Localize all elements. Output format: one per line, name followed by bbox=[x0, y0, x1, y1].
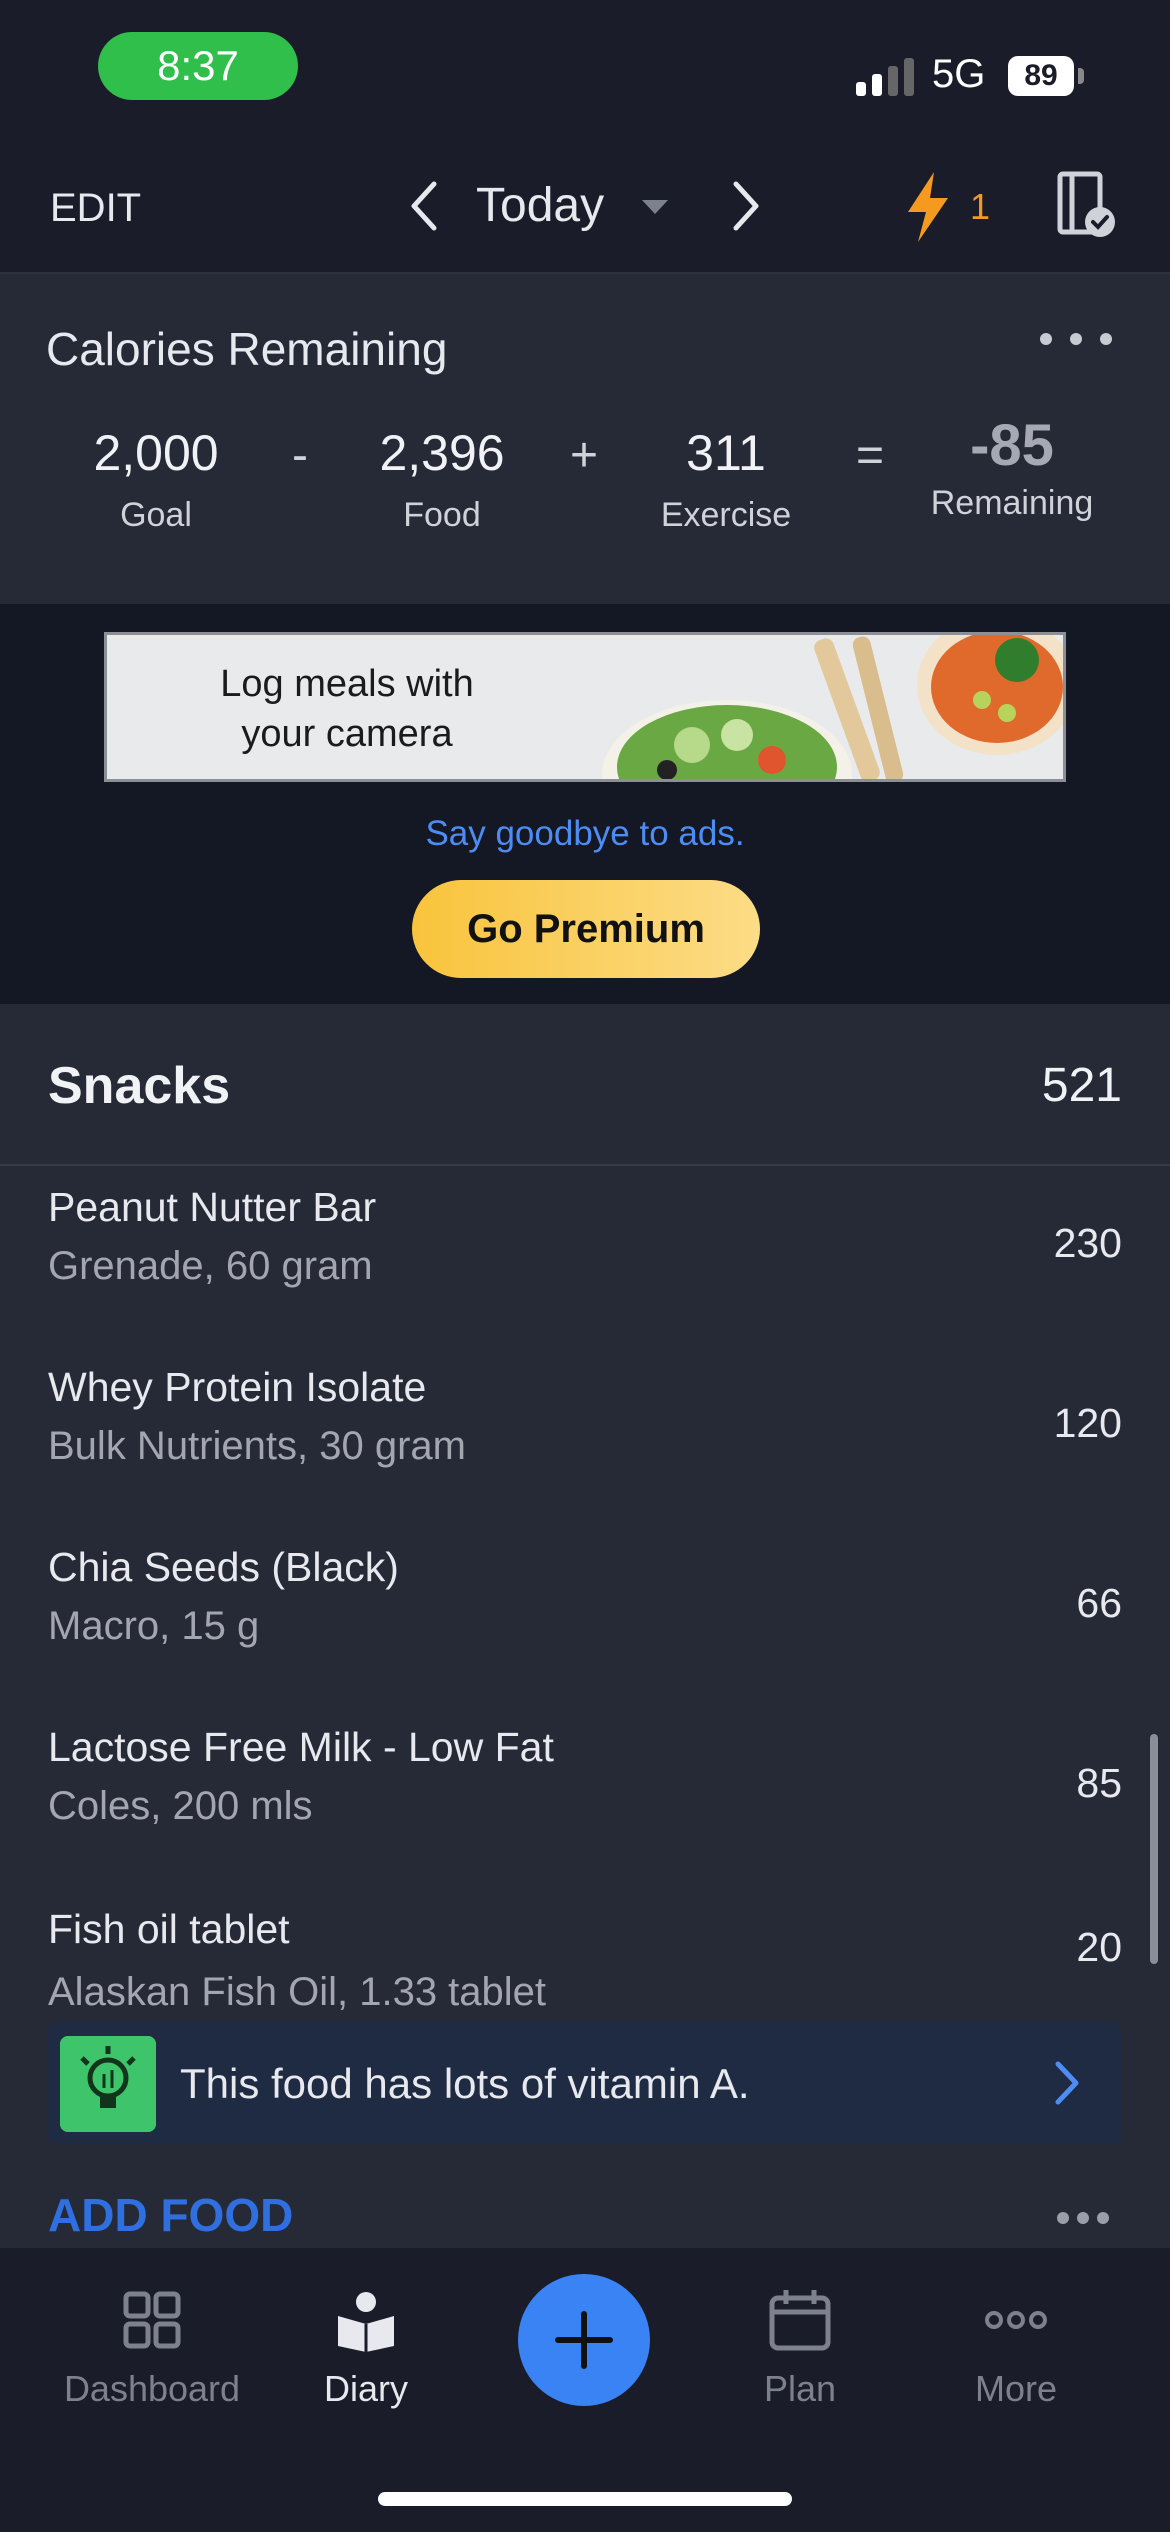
food-value: 2,396 bbox=[379, 425, 505, 481]
goal-column: 2,000 Goal bbox=[56, 424, 256, 535]
more-icon bbox=[985, 2311, 1047, 2329]
chevron-left-icon[interactable] bbox=[400, 176, 450, 236]
food-calories: 85 bbox=[1076, 1760, 1122, 1806]
tab-label: Dashboard bbox=[63, 2368, 241, 2409]
tab-diary[interactable]: Diary bbox=[256, 2288, 476, 2410]
snacks-header: Snacks 521 bbox=[0, 1004, 1170, 1166]
food-name: Fish oil tablet bbox=[48, 1906, 290, 1952]
more-options-icon[interactable] bbox=[1036, 324, 1116, 354]
ad-text-line1: Log meals with bbox=[220, 663, 474, 705]
food-detail: Macro, 15 g bbox=[48, 1604, 260, 1648]
ad-text-line2: your camera bbox=[241, 713, 453, 755]
equals-operator: = bbox=[855, 429, 885, 482]
food-calories: 120 bbox=[1053, 1400, 1122, 1446]
lightning-icon[interactable] bbox=[900, 170, 956, 244]
food-column: 2,396 Food bbox=[342, 424, 542, 535]
top-nav: EDIT Today 1 bbox=[0, 140, 1170, 274]
nutrition-tip-banner[interactable]: This food has lots of vitamin A. bbox=[48, 2022, 1122, 2144]
minus-operator: - bbox=[292, 429, 308, 482]
ad-text: Log meals with your camera bbox=[167, 659, 527, 759]
tab-more[interactable]: More bbox=[906, 2288, 1126, 2410]
plus-icon bbox=[555, 2311, 613, 2369]
diary-book-icon bbox=[338, 2292, 394, 2352]
calories-title: Calories Remaining bbox=[46, 323, 448, 375]
caret-down-icon[interactable] bbox=[640, 198, 670, 218]
tab-label: More bbox=[974, 2368, 1058, 2409]
exercise-value: 311 bbox=[686, 425, 766, 481]
calendar-icon bbox=[769, 2290, 831, 2351]
remaining-label: Remaining bbox=[930, 484, 1094, 522]
snacks-total: 521 bbox=[1041, 1059, 1122, 1112]
food-label: Food bbox=[403, 496, 481, 534]
add-button[interactable] bbox=[518, 2274, 650, 2406]
remaining-column: -85 Remaining bbox=[912, 413, 1112, 523]
status-time: 8:37 bbox=[98, 32, 298, 100]
edit-button[interactable]: EDIT bbox=[50, 186, 141, 231]
dashboard-icon bbox=[123, 2291, 181, 2349]
food-name: Chia Seeds (Black) bbox=[48, 1544, 399, 1590]
exercise-column: 311 Exercise bbox=[626, 424, 826, 535]
remaining-value: -85 bbox=[970, 413, 1054, 478]
food-calories: 230 bbox=[1053, 1220, 1122, 1266]
goal-value: 2,000 bbox=[93, 425, 219, 481]
date-selector[interactable]: Today bbox=[476, 178, 604, 233]
signal-icon bbox=[856, 58, 916, 96]
home-indicator bbox=[378, 2492, 792, 2506]
food-name: Lactose Free Milk - Low Fat bbox=[48, 1724, 554, 1770]
lightbulb-icon bbox=[60, 2036, 156, 2132]
food-detail: Alaskan Fish Oil, 1.33 tablet bbox=[48, 1970, 547, 2014]
tab-plan[interactable]: Plan bbox=[690, 2288, 910, 2410]
battery-tip bbox=[1078, 68, 1084, 84]
tab-label: Plan bbox=[763, 2368, 837, 2409]
food-name: Whey Protein Isolate bbox=[48, 1364, 427, 1410]
remove-ads-link[interactable]: Say goodbye to ads. bbox=[0, 814, 1170, 854]
goal-label: Goal bbox=[120, 496, 192, 534]
bottom-nav: Dashboard Diary Plan More bbox=[0, 2246, 1170, 2532]
food-row[interactable]: Chia Seeds (Black) Macro, 15 g 66 bbox=[0, 1536, 1170, 1716]
status-bar: 8:37 5G 89 bbox=[0, 0, 1170, 140]
food-row[interactable]: Peanut Nutter Bar Grenade, 60 gram 230 bbox=[0, 1176, 1170, 1356]
food-detail: Coles, 200 mls bbox=[48, 1784, 313, 1828]
exercise-label: Exercise bbox=[660, 496, 792, 534]
food-calories: 20 bbox=[1076, 1924, 1122, 1970]
more-options-icon[interactable] bbox=[1056, 2206, 1110, 2230]
ad-area: Log meals with your camera Say goodbye t… bbox=[0, 604, 1170, 1004]
food-name: Peanut Nutter Bar bbox=[48, 1184, 377, 1230]
tab-dashboard[interactable]: Dashboard bbox=[42, 2288, 262, 2410]
food-calories: 66 bbox=[1076, 1580, 1122, 1626]
chevron-right-icon[interactable] bbox=[1052, 2058, 1082, 2108]
chevron-right-icon[interactable] bbox=[720, 176, 770, 236]
calories-remaining-card[interactable]: Calories Remaining 2,000 Goal - 2,396 Fo… bbox=[0, 274, 1170, 604]
battery-icon: 89 bbox=[1008, 56, 1074, 96]
add-food-button[interactable]: ADD FOOD bbox=[48, 2188, 293, 2242]
food-detail: Grenade, 60 gram bbox=[48, 1244, 373, 1288]
streak-count[interactable]: 1 bbox=[970, 186, 990, 228]
plus-operator: + bbox=[569, 429, 599, 482]
food-detail: Bulk Nutrients, 30 gram bbox=[48, 1424, 466, 1468]
food-row[interactable]: Whey Protein Isolate Bulk Nutrients, 30 … bbox=[0, 1356, 1170, 1536]
diary-check-icon[interactable] bbox=[1056, 170, 1116, 242]
food-bowl-image bbox=[602, 635, 1063, 779]
food-row[interactable]: Lactose Free Milk - Low Fat Coles, 200 m… bbox=[0, 1716, 1170, 1896]
tab-label: Diary bbox=[323, 2368, 408, 2409]
go-premium-button[interactable]: Go Premium bbox=[412, 880, 760, 978]
snacks-title: Snacks bbox=[48, 1057, 231, 1115]
tip-text: This food has lots of vitamin A. bbox=[180, 2060, 750, 2107]
scrollbar[interactable] bbox=[1150, 1734, 1158, 1964]
network-type: 5G bbox=[932, 52, 986, 96]
ad-banner[interactable]: Log meals with your camera bbox=[104, 632, 1066, 782]
